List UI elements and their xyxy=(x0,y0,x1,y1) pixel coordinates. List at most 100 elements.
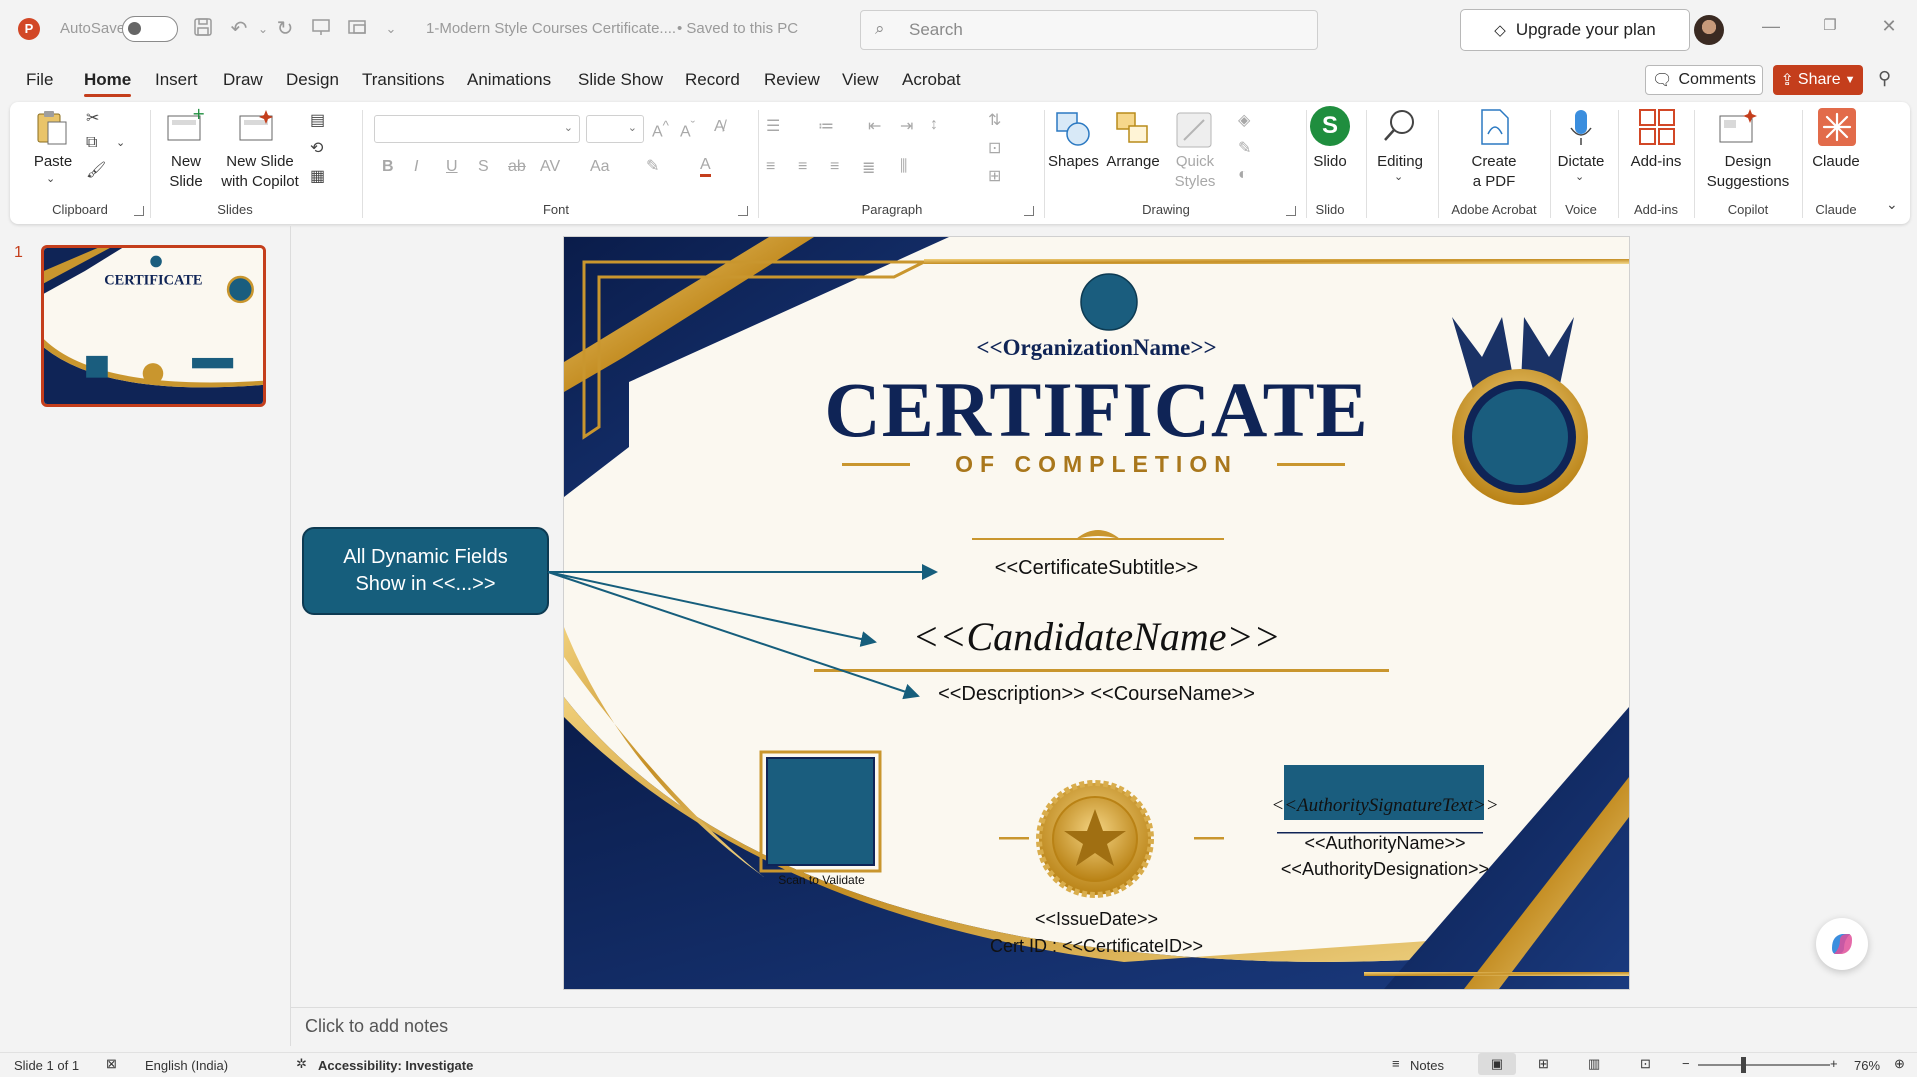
italic-icon[interactable]: I xyxy=(414,158,418,176)
claude-button[interactable]: Claude xyxy=(1804,152,1868,171)
bold-icon[interactable]: B xyxy=(382,158,394,176)
user-avatar[interactable] xyxy=(1694,15,1724,45)
highlight-icon[interactable]: ✎ xyxy=(646,156,659,176)
align-right-icon[interactable]: ≡ xyxy=(830,158,839,176)
customize-toolbar-icon[interactable]: ⌄ xyxy=(378,16,404,42)
certificate-id-field[interactable]: Cert ID : <<CertificateID>> xyxy=(564,936,1629,957)
editing-chevron-icon[interactable]: ⌄ xyxy=(1394,170,1403,183)
increase-indent-icon[interactable]: ⇥ xyxy=(900,116,913,136)
copy-chevron-icon[interactable]: ⌄ xyxy=(116,136,125,149)
certificate-title[interactable]: CERTIFICATE xyxy=(564,365,1629,455)
tab-draw[interactable]: Draw xyxy=(223,70,263,90)
arrange-icon[interactable] xyxy=(1114,110,1152,151)
tab-slide-show[interactable]: Slide Show xyxy=(578,70,663,90)
addins-icon[interactable] xyxy=(1638,108,1676,149)
shadow-icon[interactable]: S xyxy=(478,158,489,176)
comments-button[interactable]: 🗨 Comments xyxy=(1645,65,1763,95)
dynamic-fields-callout[interactable]: All Dynamic Fields Show in <<...>> xyxy=(302,527,549,615)
language-indicator[interactable]: English (India) xyxy=(145,1058,228,1073)
addins-button[interactable]: Add-ins xyxy=(1620,152,1692,171)
drawing-launcher-icon[interactable] xyxy=(1286,206,1296,216)
redo-icon[interactable]: ↻ xyxy=(272,16,298,42)
zoom-slider[interactable] xyxy=(1698,1064,1830,1066)
fit-slide-icon[interactable]: ⊕ xyxy=(1894,1056,1905,1072)
tab-record[interactable]: Record xyxy=(685,70,740,90)
reset-slide-icon[interactable]: ⟲ xyxy=(310,138,323,158)
authority-signature-field[interactable]: <<AuthoritySignatureText>> xyxy=(1220,795,1550,817)
align-text-icon[interactable]: ⊡ xyxy=(988,138,1001,158)
slide-thumbnail[interactable]: CERTIFICATE xyxy=(41,245,266,407)
normal-view-icon[interactable]: ▣ xyxy=(1478,1053,1516,1075)
search-input[interactable] xyxy=(909,19,1289,41)
create-pdf-label-2[interactable]: a PDF xyxy=(1456,172,1532,191)
certificate-subtitle-heading[interactable]: OF COMPLETION xyxy=(564,451,1629,478)
shape-fill-icon[interactable]: ◈ xyxy=(1238,110,1250,130)
zoom-level[interactable]: 76% xyxy=(1854,1058,1880,1073)
document-title[interactable]: 1-Modern Style Courses Certificate.... xyxy=(426,20,676,37)
search-box[interactable]: ⌕ xyxy=(860,10,1318,50)
shapes-button[interactable]: Shapes xyxy=(1048,152,1099,171)
new-slide-label[interactable]: New xyxy=(160,152,212,171)
slideshow-view-icon[interactable]: ⊡ xyxy=(1640,1056,1651,1072)
align-center-icon[interactable]: ≡ xyxy=(798,158,807,176)
editing-button[interactable]: Editing xyxy=(1372,152,1428,171)
tab-acrobat[interactable]: Acrobat xyxy=(902,70,961,90)
zoom-in-icon[interactable]: + xyxy=(1830,1056,1838,1071)
save-icon[interactable] xyxy=(190,16,216,42)
justify-icon[interactable]: ≣ xyxy=(862,158,875,178)
coauthor-icon[interactable]: ⚲ xyxy=(1878,68,1891,89)
tab-design[interactable]: Design xyxy=(286,70,339,90)
layout-icon[interactable] xyxy=(344,16,370,42)
reading-view-icon[interactable]: ▥ xyxy=(1588,1056,1600,1072)
notes-placeholder[interactable]: Click to add notes xyxy=(305,1016,448,1037)
create-pdf-label[interactable]: Create xyxy=(1456,152,1532,171)
layout-gallery-icon[interactable]: ▤ xyxy=(310,110,325,130)
zoom-slider-thumb[interactable] xyxy=(1741,1057,1746,1073)
cut-icon[interactable]: ✂ xyxy=(86,108,99,128)
dictate-button[interactable]: Dictate xyxy=(1552,152,1610,171)
increase-font-icon[interactable]: A^ xyxy=(652,118,669,141)
smartart-icon[interactable]: ⊞ xyxy=(988,166,1001,186)
bullets-icon[interactable]: ☰ xyxy=(766,116,780,136)
slido-icon[interactable]: S xyxy=(1310,106,1350,146)
claude-icon[interactable] xyxy=(1818,108,1856,146)
clipboard-launcher-icon[interactable] xyxy=(134,206,144,216)
strikethrough-icon[interactable]: ab xyxy=(508,158,526,176)
paste-icon[interactable] xyxy=(32,108,72,151)
arrange-button[interactable]: Arrange xyxy=(1104,152,1162,171)
decrease-indent-icon[interactable]: ⇤ xyxy=(868,116,881,136)
share-button[interactable]: ⇪ Share ▼ xyxy=(1773,65,1863,95)
copilot-icon[interactable] xyxy=(1816,918,1868,970)
authority-name-field[interactable]: <<AuthorityName>> xyxy=(1220,833,1550,854)
clear-format-icon[interactable]: A̸ xyxy=(714,118,725,136)
authority-designation-field[interactable]: <<AuthorityDesignation>> xyxy=(1220,859,1550,880)
change-case-icon[interactable]: Aa xyxy=(590,158,610,176)
new-slide-copilot-icon[interactable] xyxy=(238,108,276,147)
font-color-icon[interactable]: A xyxy=(700,156,711,177)
section-icon[interactable]: ▦ xyxy=(310,166,325,186)
close-icon[interactable]: ✕ xyxy=(1874,16,1904,42)
new-slide-copilot-label-2[interactable]: with Copilot xyxy=(216,172,304,191)
font-size-select[interactable]: ⌄ xyxy=(586,115,644,143)
accessibility-status[interactable]: Accessibility: Investigate xyxy=(318,1058,473,1073)
tab-view[interactable]: View xyxy=(842,70,879,90)
notes-toggle[interactable]: Notes xyxy=(1410,1058,1444,1073)
microphone-icon[interactable] xyxy=(1566,108,1596,151)
zoom-out-icon[interactable]: − xyxy=(1682,1056,1690,1071)
paragraph-launcher-icon[interactable] xyxy=(1024,206,1034,216)
spelling-check-icon[interactable]: ⊠ xyxy=(106,1056,117,1072)
format-painter-icon[interactable]: 🖌 xyxy=(86,160,106,180)
align-left-icon[interactable]: ≡ xyxy=(766,158,775,176)
new-slide-icon[interactable]: + xyxy=(166,104,205,147)
slide-sorter-icon[interactable]: ⊞ xyxy=(1538,1056,1549,1072)
undo-icon[interactable]: ↶ xyxy=(226,16,252,42)
quick-styles-icon[interactable] xyxy=(1174,110,1214,153)
tab-animations[interactable]: Animations xyxy=(467,70,551,90)
line-spacing-icon[interactable]: ↕ xyxy=(930,116,938,134)
restore-icon[interactable]: ❐ xyxy=(1815,16,1845,42)
tab-file[interactable]: File xyxy=(26,70,53,90)
present-from-start-icon[interactable] xyxy=(308,16,334,42)
autosave-toggle[interactable] xyxy=(122,16,178,42)
text-direction-icon[interactable]: ⇅ xyxy=(988,110,1001,130)
paste-button[interactable]: Paste xyxy=(33,152,73,171)
